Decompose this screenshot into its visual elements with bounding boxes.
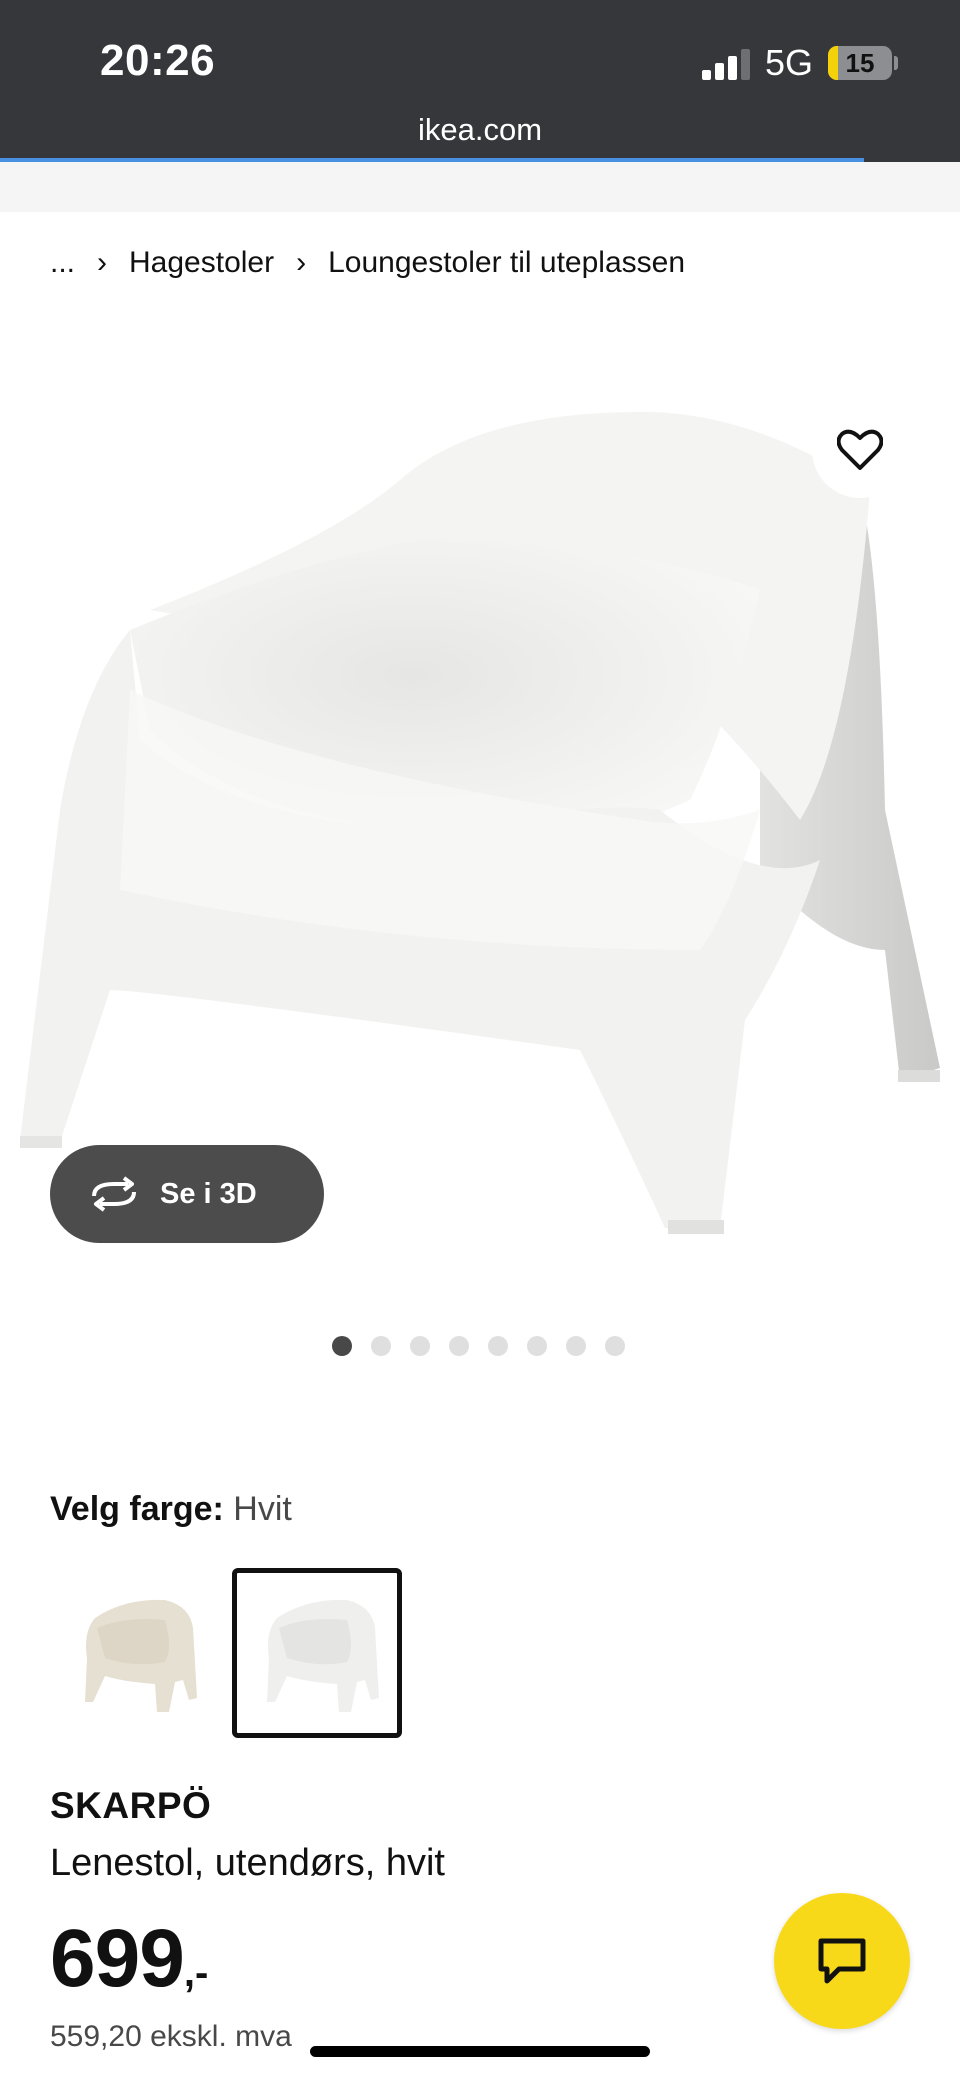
gallery-pagination: [0, 1336, 960, 1358]
gallery-dot[interactable]: [527, 1336, 547, 1356]
price-excl-vat: 559,20 ekskl. mva: [50, 2020, 292, 2053]
network-type: 5G: [765, 42, 814, 83]
status-time: 20:26: [100, 36, 216, 85]
gallery-dot[interactable]: [371, 1336, 391, 1356]
battery-icon: 15: [828, 46, 892, 80]
home-indicator[interactable]: [310, 2046, 650, 2057]
color-option-white[interactable]: [232, 1568, 402, 1738]
view-in-3d-label: Se i 3D: [160, 1177, 257, 1210]
heart-icon: [837, 429, 883, 470]
gallery-dot[interactable]: [332, 1336, 352, 1356]
cellular-signal-icon: [702, 48, 750, 80]
breadcrumb-item-hagestoler[interactable]: Hagestoler: [129, 246, 274, 280]
header-strip: [0, 162, 960, 212]
chat-button[interactable]: [774, 1893, 910, 2029]
product-name: SKARPÖ: [50, 1785, 212, 1826]
product-price: 699,-: [50, 1912, 208, 2006]
view-in-3d-button[interactable]: Se i 3D: [50, 1145, 324, 1243]
selected-color-value: Hvit: [233, 1490, 292, 1528]
breadcrumb: ... › Hagestoler › Loungestoler til utep…: [50, 246, 685, 280]
gallery-dot[interactable]: [449, 1336, 469, 1356]
product-description: Lenestol, utendørs, hvit: [50, 1842, 445, 1884]
gallery-dot[interactable]: [410, 1336, 430, 1356]
breadcrumb-item-loungestoler[interactable]: Loungestoler til uteplassen: [328, 246, 685, 280]
color-label-text: Velg farge:: [50, 1490, 224, 1528]
battery-percent: 15: [845, 48, 875, 78]
gallery-dot[interactable]: [566, 1336, 586, 1356]
chat-bubble-icon: [818, 1938, 866, 1984]
gallery-dot[interactable]: [605, 1336, 625, 1356]
chair-thumbnail-white: [267, 1599, 379, 1712]
price-suffix: ,-: [183, 1951, 209, 1995]
product-image[interactable]: [0, 390, 960, 1260]
favorite-button[interactable]: [812, 402, 908, 498]
price-amount: 699: [50, 1913, 185, 2004]
url-bar[interactable]: ikea.com: [0, 112, 960, 148]
chevron-right-icon: ›: [97, 246, 108, 279]
color-option-beige[interactable]: [50, 1568, 220, 1738]
chevron-right-icon: ›: [296, 246, 307, 279]
browser-chrome: 20:26 5G 15 ikea.com: [0, 0, 960, 162]
rotate-3d-icon: [92, 1176, 136, 1212]
gallery-dot[interactable]: [488, 1336, 508, 1356]
chair-thumbnail-beige: [85, 1599, 197, 1712]
color-picker-label: Velg farge: Hvit: [50, 1490, 292, 1529]
breadcrumb-ellipsis[interactable]: ...: [50, 246, 75, 280]
battery-cap: [894, 56, 898, 70]
